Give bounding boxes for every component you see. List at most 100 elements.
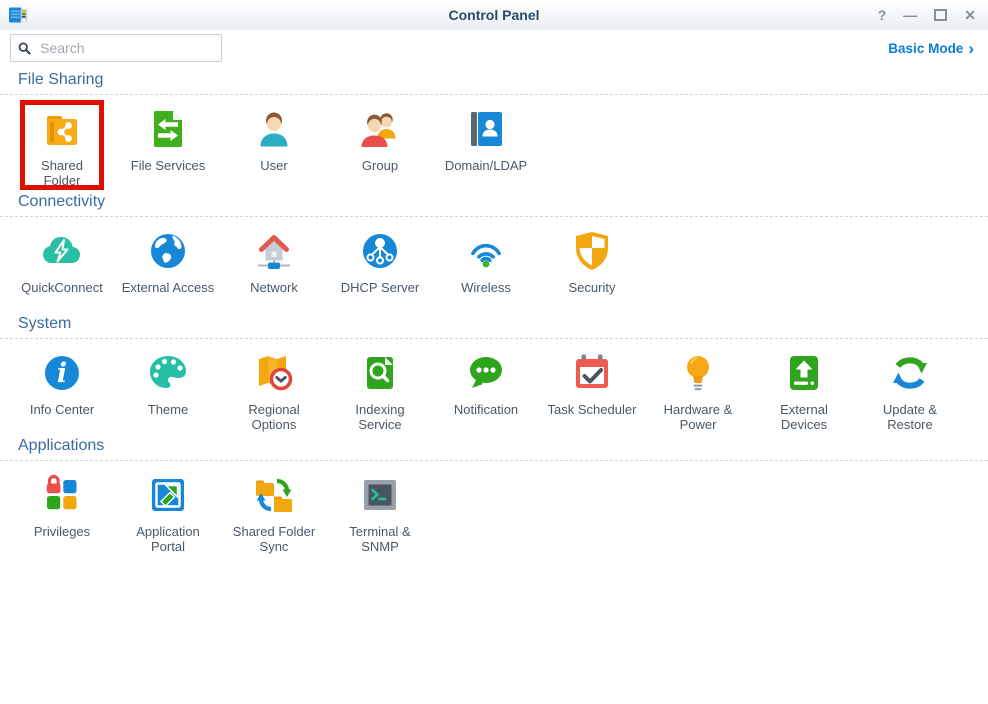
basic-mode-label: Basic Mode [888, 41, 963, 56]
shared-folder-icon [38, 105, 86, 153]
item-label: Security [569, 280, 616, 295]
hardware-power-icon [674, 349, 722, 397]
sections-container: File Sharing Shared Folder File Services… [0, 62, 988, 555]
item-dhcp-server[interactable]: DHCP Server [327, 227, 433, 311]
quickconnect-icon [38, 227, 86, 275]
item-label: External Devices [780, 402, 828, 432]
item-label: Terminal & SNMP [349, 524, 410, 554]
window-controls: ? — ✕ [878, 0, 976, 30]
security-icon [568, 227, 616, 275]
application-portal-icon [144, 471, 192, 519]
section-header-connectivity: Connectivity [18, 193, 988, 211]
item-label: Domain/LDAP [445, 158, 527, 173]
item-label: DHCP Server [341, 280, 420, 295]
item-update-restore[interactable]: Update & Restore [857, 349, 963, 433]
section-items: Privileges Application Portal Shared Fol… [0, 461, 988, 555]
domain-ldap-icon [462, 105, 510, 153]
item-shared-folder[interactable]: Shared Folder [9, 105, 115, 189]
item-label: Application Portal [136, 524, 200, 554]
privileges-icon [38, 471, 86, 519]
item-label: Privileges [34, 524, 90, 539]
section-header-applications: Applications [18, 437, 988, 455]
item-quickconnect[interactable]: QuickConnect [9, 227, 115, 311]
external-access-icon [144, 227, 192, 275]
terminal-snmp-icon [356, 471, 404, 519]
item-label: Hardware & Power [664, 402, 733, 432]
item-label: Indexing Service [355, 402, 404, 432]
section-header-file-sharing: File Sharing [18, 71, 988, 89]
titlebar: Control Panel ? — ✕ [0, 0, 988, 30]
section-items: QuickConnect External Access Network DHC… [0, 217, 988, 311]
item-label: Shared Folder Sync [233, 524, 315, 554]
wireless-icon [462, 227, 510, 275]
update-restore-icon [886, 349, 934, 397]
item-regional-options[interactable]: Regional Options [221, 349, 327, 433]
indexing-service-icon [356, 349, 404, 397]
search-icon [18, 41, 31, 56]
chevron-right-icon: › [968, 42, 974, 55]
item-domain-ldap[interactable]: Domain/LDAP [433, 105, 539, 189]
section-file-sharing: File Sharing Shared Folder File Services… [0, 67, 988, 189]
item-security[interactable]: Security [539, 227, 645, 311]
item-application-portal[interactable]: Application Portal [115, 471, 221, 555]
section-items: i Info Center Theme Regional Options Inde… [0, 339, 988, 433]
close-button[interactable]: ✕ [964, 8, 976, 22]
item-label: Info Center [30, 402, 94, 417]
dhcp-server-icon [356, 227, 404, 275]
item-privileges[interactable]: Privileges [9, 471, 115, 555]
item-network[interactable]: Network [221, 227, 327, 311]
network-icon [250, 227, 298, 275]
item-file-services[interactable]: File Services [115, 105, 221, 189]
section-items: Shared Folder File Services User Group D… [0, 95, 988, 189]
group-icon [356, 105, 404, 153]
shared-folder-sync-icon [250, 471, 298, 519]
toolbar-row: Basic Mode › [10, 34, 974, 62]
external-devices-icon [780, 349, 828, 397]
item-task-scheduler[interactable]: Task Scheduler [539, 349, 645, 433]
item-label: Network [250, 280, 298, 295]
item-label: Wireless [461, 280, 511, 295]
item-label: External Access [122, 280, 215, 295]
item-indexing-service[interactable]: Indexing Service [327, 349, 433, 433]
item-label: File Services [131, 158, 205, 173]
item-terminal-snmp[interactable]: Terminal & SNMP [327, 471, 433, 555]
section-applications: Applications Privileges Application Port… [0, 433, 988, 555]
theme-icon [144, 349, 192, 397]
notification-icon [462, 349, 510, 397]
section-header-system: System [18, 315, 988, 333]
maximize-button[interactable] [934, 9, 947, 21]
item-label: Notification [454, 402, 518, 417]
basic-mode-link[interactable]: Basic Mode › [888, 41, 974, 56]
help-button[interactable]: ? [878, 8, 887, 22]
item-info-center[interactable]: i Info Center [9, 349, 115, 433]
item-group[interactable]: Group [327, 105, 433, 189]
minimize-button[interactable]: — [903, 8, 917, 22]
task-scheduler-icon [568, 349, 616, 397]
item-label: QuickConnect [21, 280, 103, 295]
item-user[interactable]: User [221, 105, 327, 189]
item-label: Update & Restore [883, 402, 937, 432]
item-external-access[interactable]: External Access [115, 227, 221, 311]
item-label: Task Scheduler [548, 402, 637, 417]
item-label: Shared Folder [41, 158, 83, 188]
search-input[interactable] [38, 39, 214, 57]
item-theme[interactable]: Theme [115, 349, 221, 433]
item-external-devices[interactable]: External Devices [751, 349, 857, 433]
item-label: Regional Options [248, 402, 299, 432]
svg-text:i: i [57, 358, 67, 389]
regional-options-icon [250, 349, 298, 397]
search-box[interactable] [10, 34, 222, 62]
control-panel-window: Control Panel ? — ✕ Basic Mode › File Sh… [0, 0, 988, 704]
item-hardware-power[interactable]: Hardware & Power [645, 349, 751, 433]
item-wireless[interactable]: Wireless [433, 227, 539, 311]
item-label: User [260, 158, 287, 173]
section-connectivity: Connectivity QuickConnect External Acces… [0, 189, 988, 311]
item-notification[interactable]: Notification [433, 349, 539, 433]
section-system: System i Info Center Theme Regional Optio… [0, 311, 988, 433]
item-label: Group [362, 158, 398, 173]
item-label: Theme [148, 402, 188, 417]
file-services-icon [144, 105, 192, 153]
item-shared-folder-sync[interactable]: Shared Folder Sync [221, 471, 327, 555]
user-icon [250, 105, 298, 153]
window-title: Control Panel [0, 0, 988, 30]
